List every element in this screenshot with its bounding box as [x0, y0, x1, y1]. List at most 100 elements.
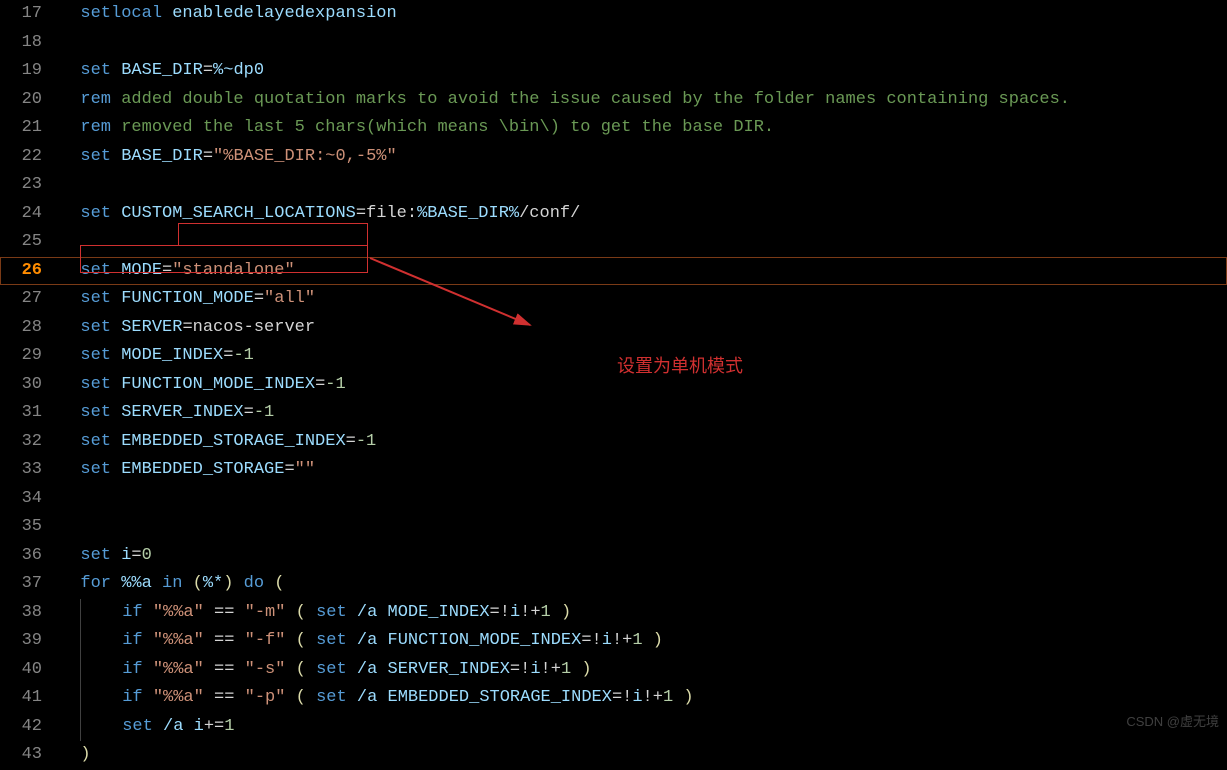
token: ( [296, 627, 306, 656]
code-content[interactable]: set i=0 [60, 542, 152, 571]
code-content[interactable]: set BASE_DIR=%~dp0 [60, 57, 264, 86]
code-content[interactable]: set FUNCTION_MODE="all" [60, 285, 315, 314]
code-content[interactable] [60, 29, 80, 58]
code-line[interactable]: 35 [0, 513, 1227, 542]
token: = [244, 399, 254, 428]
line-number: 24 [0, 200, 60, 229]
code-line[interactable]: 39 if "%%a" == "-f" ( set /a FUNCTION_MO… [0, 627, 1227, 656]
code-line[interactable]: 32 set EMBEDDED_STORAGE_INDEX=-1 [0, 428, 1227, 457]
token [643, 627, 653, 656]
code-line[interactable]: 17 setlocal enabledelayedexpansion [0, 0, 1227, 29]
code-content[interactable]: for %%a in (%*) do ( [60, 570, 284, 599]
code-line[interactable]: 20 rem added double quotation marks to a… [0, 86, 1227, 115]
line-number: 38 [0, 599, 60, 628]
code-content[interactable]: setlocal enabledelayedexpansion [60, 0, 397, 29]
token [347, 599, 357, 628]
line-number: 26 [0, 257, 60, 286]
code-line[interactable]: 38 if "%%a" == "-m" ( set /a MODE_INDEX=… [0, 599, 1227, 628]
code-content[interactable]: set FUNCTION_MODE_INDEX=-1 [60, 371, 346, 400]
token: == [214, 627, 234, 656]
token: if [122, 684, 142, 713]
code-content[interactable]: rem added double quotation marks to avoi… [60, 86, 1070, 115]
code-content[interactable]: set MODE="standalone" [60, 257, 295, 286]
token [111, 257, 121, 286]
code-content[interactable]: set BASE_DIR="%BASE_DIR:~0,-5%" [60, 143, 397, 172]
token: removed the last 5 chars(which means \bi… [121, 114, 774, 143]
token: EMBEDDED_STORAGE_INDEX [121, 428, 345, 457]
token: "standalone" [172, 257, 294, 286]
token [204, 684, 214, 713]
code-content[interactable]: set /a i+=1 [60, 713, 234, 742]
token: ( [296, 684, 306, 713]
code-line[interactable]: 29 set MODE_INDEX=-1 [0, 342, 1227, 371]
code-line[interactable]: 33 set EMBEDDED_STORAGE="" [0, 456, 1227, 485]
token: set [80, 371, 111, 400]
code-content[interactable]: rem removed the last 5 chars(which means… [60, 114, 774, 143]
token: enabledelayedexpansion [172, 0, 396, 29]
code-content[interactable] [60, 485, 80, 514]
code-content[interactable] [60, 171, 80, 200]
code-line[interactable]: 31 set SERVER_INDEX=-1 [0, 399, 1227, 428]
code-line[interactable]: 21 rem removed the last 5 chars(which me… [0, 114, 1227, 143]
code-line[interactable]: 23 [0, 171, 1227, 200]
token [143, 627, 153, 656]
code-line[interactable]: 34 [0, 485, 1227, 514]
code-line[interactable]: 37 for %%a in (%*) do ( [0, 570, 1227, 599]
line-number: 28 [0, 314, 60, 343]
code-content[interactable]: if "%%a" == "-p" ( set /a EMBEDDED_STORA… [60, 684, 694, 713]
code-line[interactable]: 25 [0, 228, 1227, 257]
code-content[interactable]: set EMBEDDED_STORAGE_INDEX=-1 [60, 428, 376, 457]
code-line[interactable]: 26 set MODE="standalone" [0, 257, 1227, 286]
code-line[interactable]: 40 if "%%a" == "-s" ( set /a SERVER_INDE… [0, 656, 1227, 685]
code-content[interactable]: set SERVER_INDEX=-1 [60, 399, 274, 428]
token: -1 [325, 371, 345, 400]
token: rem [80, 86, 111, 115]
token: %BASE_DIR% [417, 200, 519, 229]
token [377, 684, 387, 713]
token: ) [561, 599, 571, 628]
token: ) [653, 627, 663, 656]
token [152, 570, 162, 599]
line-number: 34 [0, 485, 60, 514]
token: -1 [254, 399, 274, 428]
code-content[interactable]: if "%%a" == "-m" ( set /a MODE_INDEX=!i!… [60, 599, 571, 628]
code-content[interactable]: if "%%a" == "-s" ( set /a SERVER_INDEX=!… [60, 656, 592, 685]
token: i [602, 627, 612, 656]
code-content[interactable] [60, 228, 80, 257]
code-line[interactable]: 19 set BASE_DIR=%~dp0 [0, 57, 1227, 86]
code-line[interactable]: 22 set BASE_DIR="%BASE_DIR:~0,-5%" [0, 143, 1227, 172]
code-line[interactable]: 30 set FUNCTION_MODE_INDEX=-1 [0, 371, 1227, 400]
token: setlocal [80, 0, 162, 29]
code-content[interactable]: ) [60, 741, 91, 770]
token [153, 713, 163, 742]
token: i [632, 684, 642, 713]
code-content[interactable]: set CUSTOM_SEARCH_LOCATIONS=file:%BASE_D… [60, 200, 580, 229]
token: added double quotation marks to avoid th… [121, 86, 1070, 115]
token [143, 684, 153, 713]
token: "all" [264, 285, 315, 314]
code-editor[interactable]: 17 setlocal enabledelayedexpansion18 19 … [0, 0, 1227, 742]
line-number: 17 [0, 0, 60, 29]
code-content[interactable]: set EMBEDDED_STORAGE="" [60, 456, 315, 485]
token: = [131, 542, 141, 571]
code-line[interactable]: 24 set CUSTOM_SEARCH_LOCATIONS=file:%BAS… [0, 200, 1227, 229]
code-content[interactable]: if "%%a" == "-f" ( set /a FUNCTION_MODE_… [60, 627, 663, 656]
code-line[interactable]: 36 set i=0 [0, 542, 1227, 571]
token: set [80, 143, 111, 172]
code-line[interactable]: 18 [0, 29, 1227, 58]
code-line[interactable]: 42 set /a i+=1 [0, 713, 1227, 742]
token [143, 656, 153, 685]
code-line[interactable]: 43 ) [0, 741, 1227, 770]
token: ) [581, 656, 591, 685]
code-line[interactable]: 27 set FUNCTION_MODE="all" [0, 285, 1227, 314]
token: set [80, 542, 111, 571]
token: == [214, 599, 234, 628]
token: ( [296, 656, 306, 685]
code-content[interactable]: set SERVER=nacos-server [60, 314, 315, 343]
code-content[interactable] [60, 513, 80, 542]
code-line[interactable]: 28 set SERVER=nacos-server [0, 314, 1227, 343]
code-line[interactable]: 41 if "%%a" == "-p" ( set /a EMBEDDED_ST… [0, 684, 1227, 713]
line-number: 29 [0, 342, 60, 371]
token: "-p" [245, 684, 286, 713]
code-content[interactable]: set MODE_INDEX=-1 [60, 342, 254, 371]
